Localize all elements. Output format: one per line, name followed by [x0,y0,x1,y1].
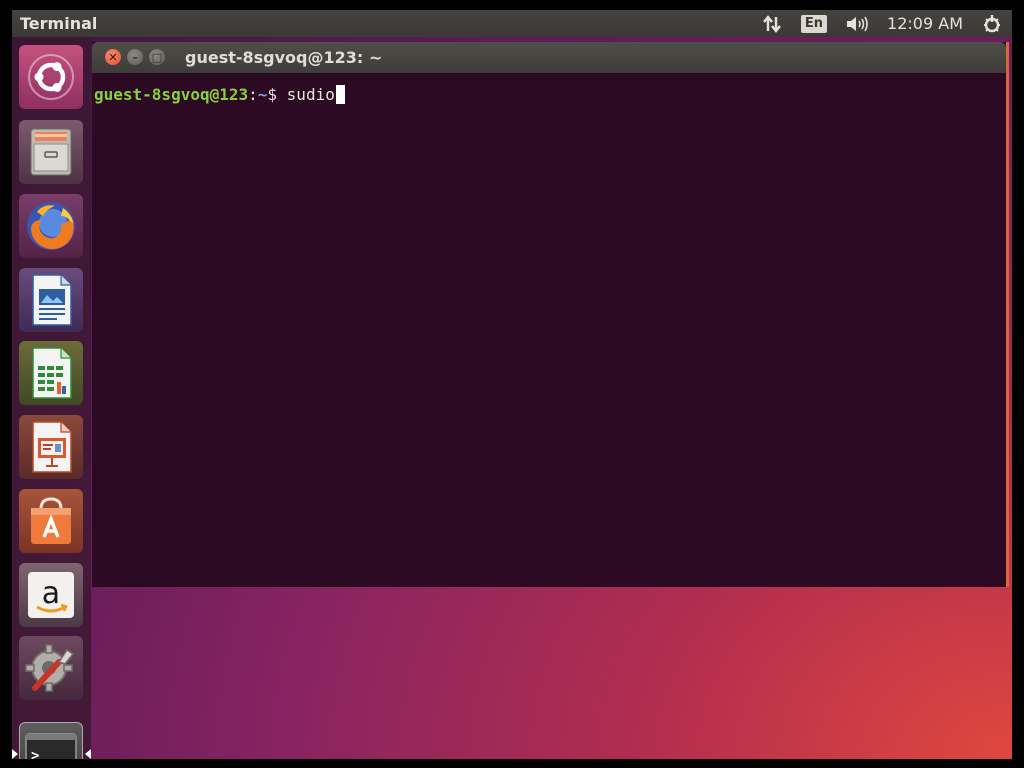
libreoffice-writer-icon [32,274,72,326]
libreoffice-impress-icon [32,421,72,473]
prompt-path: ~ [257,85,268,104]
launcher-software[interactable] [19,489,83,553]
launcher-firefox[interactable] [19,194,83,258]
network-arrows-icon[interactable] [752,10,792,37]
close-button[interactable]: ✕ [105,49,121,65]
system-settings-icon [25,644,75,692]
command-input[interactable]: sudio [287,85,335,104]
volume-icon[interactable] [836,10,878,37]
window-title: guest-8sgvoq@123: ~ [185,48,383,67]
text-cursor [335,85,345,104]
window-titlebar[interactable]: ✕ – □ guest-8sgvoq@123: ~ [92,42,1006,73]
keyboard-layout-indicator[interactable]: En [792,10,836,37]
prompt-colon: : [248,85,258,104]
running-indicator-left [12,749,18,759]
prompt-dollar: $ [267,85,287,104]
launcher-terminal[interactable]: >_ [19,722,83,759]
file-cabinet-icon [30,128,72,176]
software-center-bag-icon [31,497,71,544]
amazon-icon-glyph: a [42,576,60,611]
power-gear-icon[interactable] [972,10,1012,37]
terminal-icon: >_ [25,733,77,759]
ubuntu-logo-icon [28,54,74,100]
terminal-window[interactable]: ✕ – □ guest-8sgvoq@123: ~ guest-8sgvoq@1… [92,42,1009,587]
panel-app-title: Terminal [20,14,98,33]
launcher-writer[interactable] [19,268,83,332]
firefox-icon [27,202,75,250]
prompt-user: guest-8sgvoq@123 [94,85,249,104]
terminal-icon-glyph: >_ [31,748,48,759]
desktop: Terminal En 12:09 AM a >_ ✕ – □ guest-8s… [12,10,1012,759]
launcher-amazon[interactable]: a [19,563,83,627]
clock[interactable]: 12:09 AM [878,10,972,37]
clock-text: 12:09 AM [887,14,963,33]
launcher-files[interactable] [19,120,83,184]
prompt-line: guest-8sgvoq@123: ~ $ sudio [94,85,1004,104]
terminal-body[interactable]: guest-8sgvoq@123: ~ $ sudio [92,73,1006,587]
lang-badge: En [800,14,828,33]
maximize-icon: □ [151,50,163,64]
top-panel: Terminal En 12:09 AM [12,10,1012,37]
launcher-calc[interactable] [19,341,83,405]
libreoffice-calc-icon [32,347,72,399]
launcher-settings[interactable] [19,636,83,700]
running-indicator-right [85,749,91,759]
maximize-button[interactable]: □ [149,49,165,65]
close-icon: ✕ [108,50,118,64]
amazon-icon: a [28,572,74,618]
launcher-dash[interactable] [19,45,83,109]
launcher-impress[interactable] [19,415,83,479]
minimize-button[interactable]: – [127,49,143,65]
launcher: a >_ [12,37,91,759]
indicator-area: En 12:09 AM [752,10,1012,37]
minimize-icon: – [132,50,138,64]
